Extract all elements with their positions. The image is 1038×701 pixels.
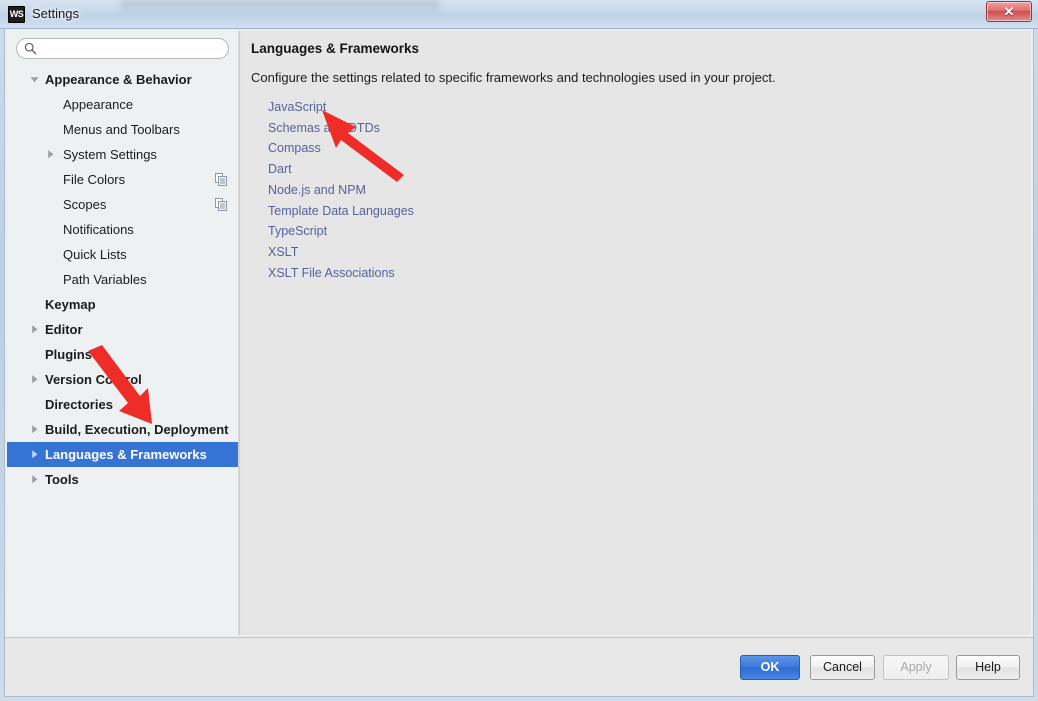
sidebar-item-label: Path Variables (63, 272, 147, 287)
glass-reflection (120, 0, 440, 14)
apply-button: Apply (883, 655, 949, 680)
close-icon[interactable]: ✕ (986, 1, 1032, 22)
cancel-button[interactable]: Cancel (810, 655, 875, 680)
sidebar-item-label: Notifications (63, 222, 134, 237)
sidebar-item-label: File Colors (63, 172, 126, 187)
sidebar-item-label: Keymap (45, 297, 96, 312)
sidebar-item-scopes[interactable]: Scopes (7, 192, 238, 217)
chevron-right-icon[interactable] (29, 474, 40, 485)
sidebar-item-appearance-behavior[interactable]: Appearance & Behavior (7, 67, 238, 92)
sidebar-item-label: Editor (45, 322, 83, 337)
settings-content: Appearance & Behavior Appearance Menus and… (5, 29, 1033, 637)
search-box[interactable] (16, 38, 229, 59)
copy-scope-icon[interactable] (215, 198, 227, 211)
window-title: Settings (32, 6, 79, 21)
panel-link-javascript[interactable]: JavaScript (268, 97, 414, 118)
sidebar-item-label: Version Control (45, 372, 142, 387)
panel-link-dart[interactable]: Dart (268, 159, 414, 180)
dialog-button-bar: OK Cancel Apply Help (5, 637, 1033, 695)
chevron-right-icon[interactable] (45, 149, 56, 160)
sidebar-item-keymap[interactable]: Keymap (7, 292, 238, 317)
sidebar-item-label: Plugins (45, 347, 92, 362)
title-bar: WS Settings ✕ (0, 0, 1038, 29)
panel-link-schemas-and-dtds[interactable]: Schemas and DTDs (268, 118, 414, 139)
search-input[interactable] (41, 41, 221, 57)
sidebar-item-path-variables[interactable]: Path Variables (7, 267, 238, 292)
sidebar-item-system-settings[interactable]: System Settings (7, 142, 238, 167)
sidebar-item-version-control[interactable]: Version Control (7, 367, 238, 392)
sidebar-item-label: System Settings (63, 147, 157, 162)
panel-link-node-js-and-npm[interactable]: Node.js and NPM (268, 180, 414, 201)
sidebar-item-build-execution-deployment[interactable]: Build, Execution, Deployment (7, 417, 238, 442)
panel-link-xslt[interactable]: XSLT (268, 242, 414, 263)
sidebar-item-label: Appearance (63, 97, 134, 112)
sidebar-item-editor[interactable]: Editor (7, 317, 238, 342)
settings-tree[interactable]: Appearance & Behavior Appearance Menus and… (7, 67, 238, 635)
sidebar-item-languages-frameworks[interactable]: Languages & Frameworks (7, 442, 238, 467)
panel-link-typescript[interactable]: TypeScript (268, 221, 414, 242)
sidebar-item-label: Languages & Frameworks (45, 447, 207, 462)
sidebar-item-label: Tools (45, 472, 79, 487)
page-description: Configure the settings related to specif… (251, 70, 776, 85)
sidebar-item-label: Appearance & Behavior (45, 72, 192, 87)
panel-link-compass[interactable]: Compass (268, 138, 414, 159)
sidebar-item-tools[interactable]: Tools (7, 467, 238, 492)
sidebar-item-label: Build, Execution, Deployment (45, 422, 229, 437)
sidebar-item-quick-lists[interactable]: Quick Lists (7, 242, 238, 267)
sidebar-item-notifications[interactable]: Notifications (7, 217, 238, 242)
settings-detail-panel: Languages & Frameworks Configure the set… (241, 31, 1031, 635)
webstorm-app-icon: WS (8, 6, 25, 23)
search-icon (24, 42, 37, 55)
panel-link-template-data-languages[interactable]: Template Data Languages (268, 201, 414, 222)
sidebar-item-file-colors[interactable]: File Colors (7, 167, 238, 192)
chevron-right-icon[interactable] (29, 374, 40, 385)
settings-sidebar: Appearance & Behavior Appearance Menus and… (7, 31, 238, 635)
dialog-client-area: Appearance & Behavior Appearance Menus and… (4, 29, 1034, 697)
chevron-down-icon[interactable] (29, 74, 40, 85)
sidebar-item-appearance[interactable]: Appearance (7, 92, 238, 117)
sidebar-item-plugins[interactable]: Plugins (7, 342, 238, 367)
sidebar-item-directories[interactable]: Directories (7, 392, 238, 417)
chevron-right-icon[interactable] (29, 449, 40, 460)
chevron-right-icon[interactable] (29, 424, 40, 435)
sidebar-item-label: Scopes (63, 197, 107, 212)
chevron-right-icon[interactable] (29, 324, 40, 335)
sidebar-item-label: Directories (45, 397, 113, 412)
page-title: Languages & Frameworks (251, 41, 420, 56)
help-button[interactable]: Help (956, 655, 1020, 680)
ok-button[interactable]: OK (740, 655, 800, 680)
copy-scope-icon[interactable] (215, 173, 227, 186)
sidebar-item-menus-and-toolbars[interactable]: Menus and Toolbars (7, 117, 238, 142)
sidebar-item-label: Menus and Toolbars (63, 122, 180, 137)
settings-window: WS Settings ✕ Appearance & Behavior Appea… (0, 0, 1038, 701)
subsection-link-list: JavaScript Schemas and DTDs Compass Dart Nod… (268, 97, 414, 283)
sidebar-item-label: Quick Lists (63, 247, 127, 262)
panel-link-xslt-file-associations[interactable]: XSLT File Associations (268, 263, 414, 284)
